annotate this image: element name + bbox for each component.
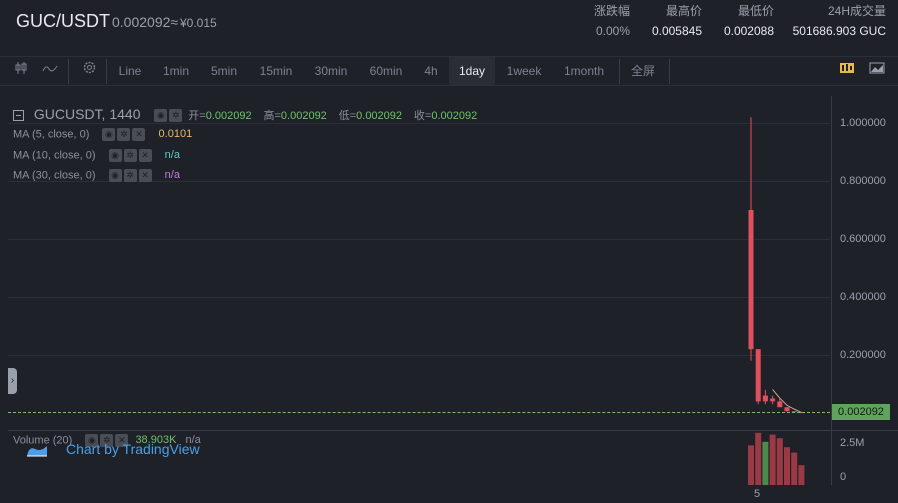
visibility-icon[interactable]: ◉: [108, 169, 122, 182]
stat-low-value: 0.002088: [723, 24, 774, 38]
candle-body: [777, 401, 783, 408]
ma5-value: 0.0101: [158, 128, 193, 141]
collapse-legend-icon[interactable]: [13, 109, 24, 121]
ma5-legend: MA (5, close, 0) ◉ ✲ ✕ 0.0101: [13, 128, 192, 141]
last-price-cny: ¥0.015: [180, 16, 217, 30]
ma10-label: MA (10, close, 0): [13, 149, 96, 162]
low-value: 0.002092: [356, 110, 403, 122]
volume-axis-tick: 2.5M: [840, 437, 865, 449]
stat-change-value: 0.00%: [595, 24, 630, 38]
candle-body: [755, 349, 761, 402]
stat-volume: 24H成交量 501686.903 GUC: [780, 2, 886, 42]
open-label: 开=: [188, 110, 206, 122]
ticker-header: GUC/USDT 0.002092≈ ¥0.015 涨跌幅 0.00% 最高价 …: [0, 0, 898, 56]
symbol-label: GUCUSDT, 1440: [33, 106, 141, 122]
stat-volume-value: 501686.903 GUC: [792, 24, 886, 38]
volume-bar: [776, 438, 783, 485]
volume-bar: [784, 447, 790, 485]
tf-1min[interactable]: 1min: [155, 57, 197, 85]
tf-line[interactable]: Line: [112, 57, 148, 85]
indicators-icon[interactable]: [38, 57, 62, 85]
volume-bar: [755, 432, 762, 485]
candle-body: [770, 398, 776, 402]
stat-change: 涨跌幅 0.00%: [586, 2, 630, 42]
tradingview-logo-icon: [27, 446, 47, 457]
candle-body: [784, 407, 790, 412]
high-value: 0.002092: [280, 110, 327, 122]
visibility-icon[interactable]: ◉: [108, 149, 122, 162]
high-label: 高=: [263, 110, 281, 122]
last-price-line: [8, 412, 830, 413]
candle-body: [748, 210, 754, 350]
candle-style-icon[interactable]: [10, 57, 32, 85]
time-axis-tick: 5: [754, 488, 761, 500]
volume-axis-tick: 0: [840, 471, 847, 483]
ma30-legend: MA (30, close, 0) ◉ ✲ ✕ n/a: [13, 169, 180, 182]
stat-change-label: 涨跌幅: [593, 4, 630, 18]
close-icon[interactable]: ✕: [138, 149, 152, 162]
stat-high: 最高价 0.005845: [646, 2, 702, 42]
side-panel-toggle-icon[interactable]: ›: [8, 368, 17, 394]
last-price: 0.002092≈: [112, 14, 179, 30]
settings-icon[interactable]: ✲: [169, 108, 183, 122]
ma5-label: MA (5, close, 0): [13, 128, 90, 141]
price-chart[interactable]: 1.000000 0.800000 0.600000 0.400000 0.20…: [8, 96, 898, 503]
tf-30min[interactable]: 30min: [307, 57, 355, 85]
volume-bar: [769, 434, 776, 485]
ma10-legend: MA (10, close, 0) ◉ ✲ ✕ n/a: [13, 149, 180, 162]
price-axis-tick: 0.200000: [840, 349, 886, 361]
ma30-value: n/a: [164, 169, 180, 182]
candle-chart-icon[interactable]: [836, 57, 858, 85]
stat-low: 最低价 0.002088: [716, 2, 774, 42]
tradingview-branding[interactable]: Chart by TradingView: [26, 441, 200, 458]
stat-high-value: 0.005845: [651, 24, 702, 38]
price-axis-tick: 0.400000: [840, 291, 886, 303]
price-axis-tick: 0.600000: [840, 233, 886, 245]
volume-bar: [762, 441, 769, 485]
tf-60min[interactable]: 60min: [362, 57, 410, 85]
price-axis-tick: 1.000000: [840, 117, 886, 129]
volume-bar: [748, 445, 754, 485]
stat-high-label: 最高价: [665, 4, 702, 18]
settings-icon[interactable]: ✲: [123, 169, 137, 182]
tf-5min[interactable]: 5min: [203, 57, 245, 85]
settings-icon[interactable]: ✲: [123, 149, 137, 162]
ma30-label: MA (30, close, 0): [13, 169, 96, 182]
symbol-legend: GUCUSDT, 1440 ◉ ✲ 开=0.002092 高=0.002092 低…: [13, 106, 477, 123]
close-value: 0.002092: [431, 110, 478, 122]
volume-bar: [798, 465, 805, 485]
stat-low-label: 最低价: [737, 4, 774, 18]
low-label: 低=: [338, 110, 357, 122]
fullscreen-button[interactable]: 全屏: [624, 57, 662, 85]
close-label: 收=: [413, 110, 432, 122]
last-price-tag: 0.002092: [832, 404, 890, 420]
candlestick-series: [748, 117, 804, 414]
branding-text: Chart by TradingView: [66, 441, 200, 457]
open-value: 0.002092: [205, 110, 252, 122]
tf-15min[interactable]: 15min: [252, 57, 300, 85]
settings-icon[interactable]: ✲: [117, 128, 131, 141]
settings-gear-icon[interactable]: [76, 57, 102, 85]
depth-chart-icon[interactable]: [866, 57, 888, 85]
chart-toolbar: Line 1min 5min 15min 30min 60min 4h 1day…: [0, 56, 898, 86]
tf-1day[interactable]: 1day: [449, 57, 495, 85]
visibility-icon[interactable]: ◉: [102, 128, 116, 141]
price-axis-tick: 0.800000: [840, 175, 886, 187]
volume-bar: [791, 452, 798, 485]
candle-body: [762, 395, 768, 402]
tf-1month[interactable]: 1month: [556, 57, 612, 85]
tf-4h[interactable]: 4h: [417, 57, 445, 85]
tf-1week[interactable]: 1week: [500, 57, 548, 85]
pair-title: GUC/USDT: [16, 11, 110, 31]
stat-volume-label: 24H成交量: [827, 4, 886, 18]
ma10-value: n/a: [164, 149, 180, 162]
close-icon[interactable]: ✕: [138, 169, 152, 182]
close-icon[interactable]: ✕: [132, 128, 146, 141]
visibility-icon[interactable]: ◉: [154, 108, 168, 122]
